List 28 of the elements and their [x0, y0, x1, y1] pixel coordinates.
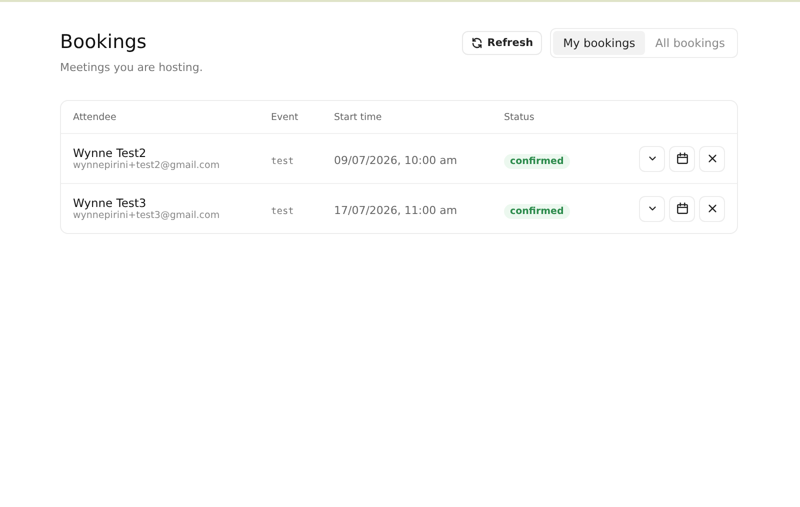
calendar-icon: [676, 152, 688, 165]
cancel-button[interactable]: [699, 146, 725, 172]
attendee-email: wynnepirini+test3@gmail.com: [73, 210, 221, 221]
event-name: test: [271, 156, 294, 167]
attendee-name: Wynne Test3: [73, 196, 148, 210]
cancel-button[interactable]: [699, 196, 725, 222]
start-time: 09/07/2026, 10:00 am: [334, 154, 458, 167]
reschedule-button[interactable]: [669, 196, 695, 222]
status-badge: confirmed: [504, 204, 570, 219]
start-time: 17/07/2026, 11:00 am: [334, 204, 458, 217]
page-subtitle: Meetings you are hosting.: [60, 61, 203, 74]
attendee-name: Wynne Test2: [73, 146, 148, 160]
refresh-icon: [471, 37, 484, 49]
close-icon: [706, 153, 718, 164]
column-header: Event: [271, 112, 300, 122]
column-header: Attendee: [73, 112, 118, 122]
column-header: Status: [504, 112, 536, 122]
column-header: Start time: [334, 112, 383, 122]
reschedule-button[interactable]: [669, 146, 695, 172]
view-tab[interactable]: My bookings: [553, 31, 646, 55]
status-badge: confirmed: [504, 154, 570, 169]
event-name: test: [271, 206, 294, 217]
attendee-email: wynnepirini+test2@gmail.com: [73, 160, 221, 171]
close-icon: [706, 203, 718, 214]
view-tab[interactable]: All bookings: [645, 31, 735, 55]
calendar-icon: [676, 202, 688, 215]
refresh-button[interactable]: Refresh: [462, 31, 542, 55]
page-title: Bookings: [60, 31, 148, 53]
